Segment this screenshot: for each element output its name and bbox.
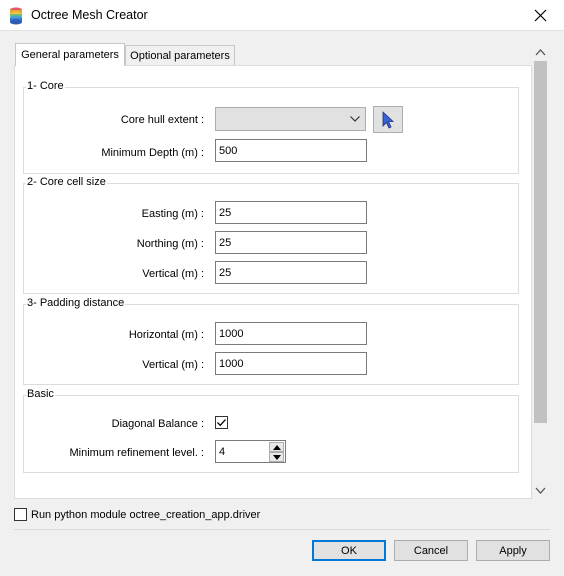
- minimum-depth-input[interactable]: 500: [215, 139, 367, 162]
- tab-label: Optional parameters: [130, 50, 230, 62]
- vertical-cell-label: Vertical (m) :: [142, 268, 204, 280]
- easting-value: 25: [219, 207, 232, 219]
- run-python-module-label: Run python module octree_creation_app.dr…: [31, 509, 261, 521]
- general-parameters-panel: 1- Core Core hull extent : Minimum Depth…: [14, 65, 532, 499]
- title-bar: Octree Mesh Creator: [0, 0, 564, 31]
- separator: [14, 529, 550, 530]
- northing-input[interactable]: 25: [215, 231, 367, 254]
- core-cell-size-group-title: 2- Core cell size: [26, 176, 107, 188]
- minimum-refinement-value: 4: [219, 446, 226, 458]
- minimum-depth-value: 500: [219, 145, 238, 157]
- basic-group-title: Basic: [26, 388, 55, 400]
- tab-optional-parameters[interactable]: Optional parameters: [125, 45, 235, 65]
- basic-group: Basic Diagonal Balance : Minimum refinem…: [23, 388, 519, 473]
- diagonal-balance-label: Diagonal Balance :: [111, 418, 204, 430]
- close-button[interactable]: [518, 0, 564, 31]
- window-title: Octree Mesh Creator: [31, 8, 148, 22]
- vertical-cell-input[interactable]: 25: [215, 261, 367, 284]
- triangle-up-icon: [273, 445, 281, 450]
- padding-distance-group-title: 3- Padding distance: [26, 297, 126, 309]
- easting-input[interactable]: 25: [215, 201, 367, 224]
- core-cell-size-group: 2- Core cell size Easting (m) : 25 North…: [23, 176, 519, 294]
- core-group: 1- Core Core hull extent : Minimum Depth…: [23, 80, 519, 174]
- minimum-refinement-label: Minimum refinement level. :: [69, 447, 205, 459]
- database-stack-icon: [10, 7, 22, 25]
- scrollbar-thumb[interactable]: [534, 61, 547, 423]
- cancel-button-label: Cancel: [413, 545, 449, 557]
- spin-down-button[interactable]: [269, 452, 284, 462]
- tab-general-parameters[interactable]: General parameters: [15, 43, 125, 66]
- ok-button-label: OK: [341, 545, 357, 557]
- northing-label: Northing (m) :: [136, 238, 204, 250]
- chevron-down-icon: [350, 116, 360, 122]
- triangle-down-icon: [273, 455, 281, 460]
- core-hull-extent-dropdown[interactable]: [215, 107, 366, 131]
- cancel-button[interactable]: Cancel: [394, 540, 468, 561]
- core-hull-label: Core hull extent :: [120, 114, 204, 126]
- northing-value: 25: [219, 237, 232, 249]
- spin-up-button[interactable]: [269, 442, 284, 452]
- horizontal-padding-input[interactable]: 1000: [215, 322, 367, 345]
- horizontal-padding-value: 1000: [219, 328, 244, 340]
- apply-button-label: Apply: [499, 545, 527, 557]
- checkmark-icon: [217, 419, 226, 427]
- minimum-depth-label: Minimum Depth (m) :: [101, 147, 204, 159]
- horizontal-padding-label: Horizontal (m) :: [128, 329, 204, 341]
- vertical-padding-label: Vertical (m) :: [142, 359, 204, 371]
- minimum-refinement-spinbox[interactable]: 4: [215, 440, 286, 463]
- diagonal-balance-checkbox[interactable]: [215, 416, 228, 429]
- easting-label: Easting (m) :: [141, 208, 204, 220]
- chevron-up-icon[interactable]: [535, 48, 546, 57]
- vertical-padding-value: 1000: [219, 358, 244, 370]
- padding-distance-group: 3- Padding distance Horizontal (m) : 100…: [23, 297, 519, 385]
- ok-button[interactable]: OK: [312, 540, 386, 561]
- vertical-cell-value: 25: [219, 267, 232, 279]
- apply-button[interactable]: Apply: [476, 540, 550, 561]
- run-python-module-checkbox[interactable]: [14, 508, 27, 521]
- vertical-scrollbar[interactable]: [532, 44, 549, 499]
- pick-object-button[interactable]: [373, 106, 403, 133]
- vertical-padding-input[interactable]: 1000: [215, 352, 367, 375]
- close-icon: [534, 9, 547, 22]
- tab-label: General parameters: [21, 49, 119, 61]
- core-group-title: 1- Core: [26, 80, 65, 92]
- chevron-down-icon[interactable]: [535, 486, 546, 495]
- cursor-arrow-icon: [382, 111, 394, 129]
